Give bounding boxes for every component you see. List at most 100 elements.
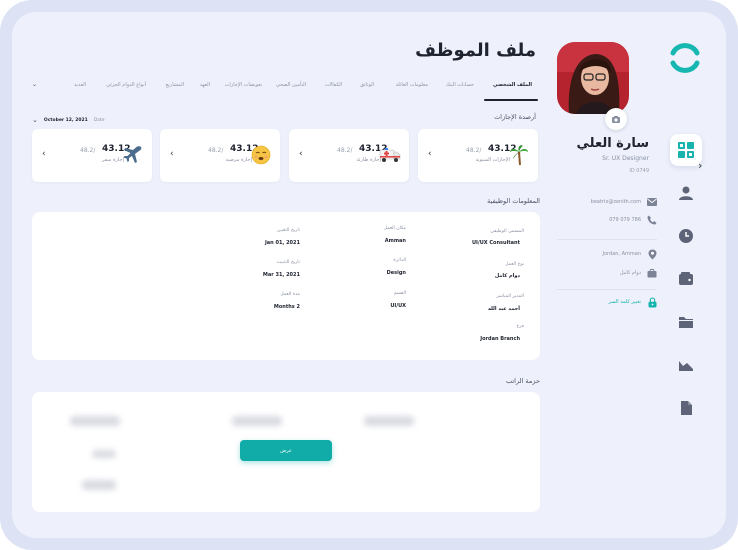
ambulance-icon (379, 143, 401, 167)
field-label: المسمى الوظيفي (490, 229, 524, 234)
app-logo (670, 43, 700, 73)
palm-tree-icon (508, 143, 530, 167)
phone-icon (647, 215, 657, 225)
salary-title: حزمة الراتب (505, 377, 540, 385)
nav-profile[interactable] (670, 177, 702, 209)
chevron-left-icon[interactable]: ‹ (299, 149, 303, 159)
field-value: Jordan Branch (480, 336, 520, 342)
leave-balances-title: أرصدة الإجازات (494, 113, 536, 121)
profile-location: Jordan, Amman (602, 251, 641, 257)
blurred-salary-value (92, 450, 116, 458)
airplane-icon (122, 143, 144, 167)
nav-attendance[interactable] (670, 220, 702, 252)
leave-card-total: 48.2/ (337, 147, 353, 154)
tab-documents[interactable]: الوثائق (360, 82, 374, 88)
avatar (557, 42, 629, 114)
blurred-salary-value (232, 416, 282, 426)
leave-card-name: إجازة سفر (101, 157, 124, 163)
page-title: ملف الموظف (415, 40, 536, 61)
tab-projects[interactable]: المشاريع (166, 82, 184, 88)
tab-family-info[interactable]: معلومات العائلة (396, 82, 428, 88)
field-label: مدة العمل (280, 292, 300, 297)
leave-card-total: 48.2/ (80, 147, 96, 154)
field-value: دوام كامل (494, 273, 520, 279)
field-label: مكان العمل (383, 226, 406, 231)
sick-face-icon (250, 143, 272, 167)
clock-icon (679, 229, 693, 243)
chevron-left-icon[interactable]: ‹ (428, 149, 432, 159)
profile-id: ID 0749 (629, 168, 649, 174)
profile-phone: 079 079 786 (609, 217, 641, 223)
profile-location-row: Jordan, Amman (603, 248, 657, 260)
change-photo-button[interactable] (605, 108, 627, 130)
job-info-title: المعلومات الوظيفية (487, 197, 540, 205)
field-label: الدائرة (393, 258, 406, 263)
leave-card-travel[interactable]: ‹ 48.2/ 43.12 إجازة سفر (32, 129, 152, 182)
wallet-icon (679, 272, 693, 285)
briefcase-icon (647, 268, 657, 278)
tab-leave-compensation[interactable]: تعويضات الإجازات (225, 82, 262, 88)
change-password-link[interactable]: تغيير كلمة السر (609, 296, 658, 308)
chevron-left-icon[interactable]: ‹ (42, 149, 46, 159)
field-value: Jan 01, 2021 (264, 240, 300, 246)
change-password-label: تغيير كلمة السر (608, 299, 642, 305)
tab-bar: الملف الشخصي حسابات البنك معلومات العائل… (32, 81, 538, 102)
chevron-down-icon[interactable]: ⌄ (32, 81, 37, 88)
chevron-down-icon: ⌄ (32, 116, 38, 124)
nav-reports[interactable] (670, 349, 702, 381)
field-label: المدير المباشر (496, 294, 524, 299)
tab-guarantees[interactable]: الكفالات (325, 82, 342, 88)
nav-files[interactable] (670, 306, 702, 338)
tab-more[interactable]: العديد (74, 82, 86, 88)
tab-bank-accounts[interactable]: حسابات البنك (446, 82, 474, 88)
tab-custody[interactable]: العهد (200, 82, 210, 88)
job-info-panel: المسمى الوظيفي UI/UX Consultant نوع العم… (32, 212, 540, 360)
document-icon (681, 401, 692, 415)
chevron-right-icon[interactable]: › (698, 159, 702, 172)
field-label: نوع العمل (505, 262, 524, 267)
mail-icon (647, 197, 657, 207)
field-label: القسم (393, 291, 406, 296)
chart-icon (679, 361, 693, 371)
leave-card-annual[interactable]: ‹ 48.2/ 43.12 الإجازات السنوية (418, 129, 538, 182)
blurred-salary-value (70, 416, 120, 426)
folder-icon (679, 317, 693, 328)
leave-card-total: 48.2/ (208, 147, 224, 154)
chevron-left-icon[interactable]: ‹ (170, 149, 174, 159)
leave-card-emergency[interactable]: ‹ 48.2/ 43.12 إجازة طارئة (289, 129, 409, 182)
leave-card-name: الإجازات السنوية (475, 157, 511, 163)
profile-divider (557, 289, 657, 290)
profile-email-row: beatrix@zenith.com (591, 196, 657, 208)
profile-email: beatrix@zenith.com (590, 199, 641, 205)
blurred-salary-value (82, 480, 116, 490)
profile-worktype-row: دوام كامل (620, 267, 657, 279)
nav-documents[interactable] (670, 392, 702, 424)
leave-card-name: إجازة مرضية (225, 157, 253, 163)
active-tab-indicator (484, 99, 538, 101)
grid-icon (678, 142, 694, 158)
tab-part-time-types[interactable]: أنواع الدوام الجزئي (106, 82, 146, 88)
profile-divider (557, 239, 657, 240)
profile-panel: سارة العلي Sr. UX Designer ID 0749 beatr… (557, 12, 657, 538)
avatar-photo (557, 42, 629, 114)
leave-card-sick[interactable]: ‹ 48.2/ 43.12 إجازة مرضية (160, 129, 280, 182)
field-value: Amman (384, 238, 406, 244)
app-screen: › سارة العلي Sr. UX Designer ID 0749 bea… (12, 12, 726, 538)
device-frame: › سارة العلي Sr. UX Designer ID 0749 bea… (0, 0, 738, 550)
tab-personal-profile[interactable]: الملف الشخصي (493, 82, 532, 88)
field-label: تاريخ التعيين (276, 228, 300, 233)
field-value: UI/UX Consultant (471, 240, 520, 246)
field-label: فرع (516, 324, 524, 329)
lock-icon (647, 296, 657, 307)
view-salary-button[interactable]: عرض (240, 440, 332, 461)
nav-payroll[interactable] (670, 263, 702, 295)
field-value: Mar 31, 2021 (262, 272, 300, 278)
leave-card-name: إجازة طارئة (356, 157, 381, 163)
field-value: أحمد عبد الله (487, 306, 520, 312)
field-value: Design (386, 270, 406, 276)
tab-health-insurance[interactable]: التأمين الصحي (276, 82, 306, 88)
date-label: Date (93, 117, 105, 123)
user-icon (679, 186, 693, 200)
date-selector[interactable]: ⌄ October 12, 2021 Date (32, 115, 105, 125)
field-label: تاريخ التثبيت (276, 260, 300, 265)
